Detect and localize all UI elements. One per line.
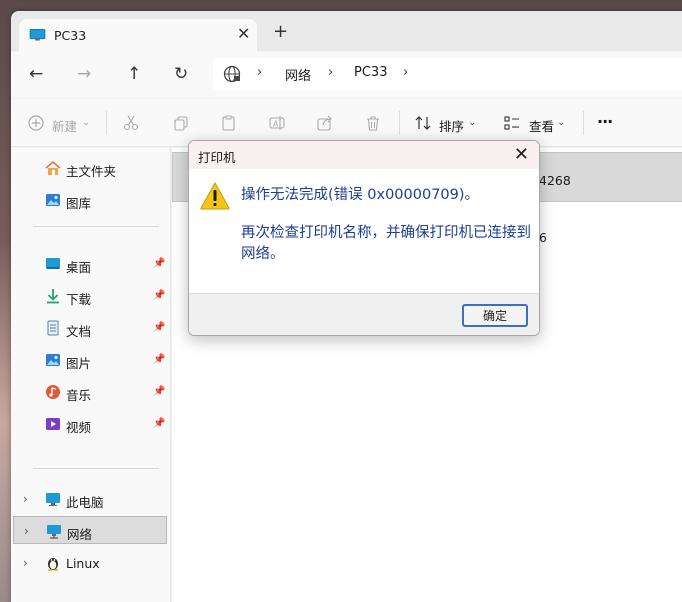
sidebar-item-desktop[interactable]: 桌面 📌	[11, 250, 171, 278]
pictures-icon	[46, 354, 60, 366]
sidebar-item-music[interactable]: 音乐 📌	[11, 378, 171, 406]
new-dropdown-icon: ⌄	[82, 117, 91, 128]
warning-icon	[200, 182, 230, 210]
network-icon	[47, 525, 61, 539]
tab-pc33[interactable]: PC33 ✕	[19, 19, 257, 52]
refresh-button[interactable]: ↻	[174, 64, 194, 84]
dialog-titlebar: 打印机 ✕	[189, 141, 539, 169]
navigation-bar: ← → ↑ ↻ › 网络 › PC33 ›	[11, 52, 682, 98]
tab-bar: PC33 ✕ +	[11, 11, 682, 52]
copy-icon[interactable]	[173, 115, 189, 131]
sidebar-item-videos[interactable]: 视频 📌	[11, 410, 171, 438]
paste-icon[interactable]	[221, 115, 237, 131]
music-icon	[46, 385, 60, 399]
download-icon	[47, 289, 59, 304]
pin-icon: 📌	[153, 290, 166, 301]
forward-button[interactable]: →	[77, 64, 97, 84]
tab-title: PC33	[54, 28, 87, 43]
cut-icon[interactable]	[123, 115, 139, 131]
sidebar-divider	[33, 226, 159, 227]
dialog-footer: 确定	[189, 293, 539, 335]
sidebar-item-label: 网络	[67, 527, 93, 542]
view-button[interactable]: 查看	[529, 116, 554, 135]
sidebar-item-label: 此电脑	[66, 495, 104, 510]
sidebar-item-this-pc[interactable]: › 此电脑	[11, 485, 171, 513]
printer-error-dialog: 打印机 ✕ 操作无法完成(错误 0x00000709)。 再次检查打印机名称，并…	[188, 140, 540, 336]
up-button[interactable]: ↑	[127, 64, 147, 84]
error-detail: 再次检查打印机名称，并确保打印机已连接到网络。	[241, 225, 531, 262]
sort-dropdown-icon: ⌄	[468, 117, 477, 128]
pin-icon: 📌	[153, 258, 166, 269]
breadcrumb-separator: ›	[328, 65, 334, 80]
sidebar-item-label: 主文件夹	[66, 164, 117, 179]
tab-close-icon[interactable]: ✕	[237, 24, 250, 43]
monitor-icon	[29, 29, 46, 41]
sidebar-item-gallery[interactable]: 图库	[11, 186, 171, 214]
more-options-button[interactable]: ···	[597, 112, 613, 131]
dialog-title: 打印机	[198, 150, 236, 165]
back-button[interactable]: ←	[29, 64, 49, 84]
new-tab-button[interactable]: +	[273, 23, 288, 41]
pin-icon: 📌	[153, 418, 166, 429]
network-globe-icon	[223, 65, 241, 83]
sidebar-item-network[interactable]: › 网络	[13, 516, 167, 544]
ok-button[interactable]: 确定	[462, 304, 528, 327]
pin-icon: 📌	[153, 354, 166, 365]
expand-chevron-icon[interactable]: ›	[23, 556, 28, 570]
sidebar-item-label: 视频	[66, 420, 92, 435]
address-bar[interactable]: › 网络 › PC33 ›	[213, 58, 682, 90]
item-text-fragment: 4268	[539, 173, 571, 188]
rename-icon[interactable]: A	[269, 115, 285, 131]
sidebar-divider	[33, 468, 159, 469]
error-message: 操作无法完成(错误 0x00000709)。	[241, 187, 480, 203]
sort-button[interactable]: 排序	[439, 116, 464, 135]
sidebar-item-documents[interactable]: 文档 📌	[11, 314, 171, 342]
dialog-close-icon[interactable]: ✕	[514, 144, 529, 165]
pin-icon: 📌	[153, 322, 166, 333]
breadcrumb-separator: ›	[403, 65, 409, 80]
home-icon	[45, 160, 61, 175]
sidebar-item-downloads[interactable]: 下载 📌	[11, 282, 171, 310]
expand-chevron-icon[interactable]: ›	[23, 492, 28, 506]
toolbar-divider	[106, 111, 107, 135]
breadcrumb-network[interactable]: 网络	[285, 65, 311, 84]
breadcrumb-separator: ›	[257, 65, 263, 80]
gallery-icon	[46, 194, 60, 206]
sidebar-item-label: 音乐	[66, 388, 92, 403]
sidebar-item-linux[interactable]: › Linux	[11, 549, 171, 577]
sidebar-item-label: Linux	[66, 556, 100, 571]
toolbar-divider	[399, 111, 400, 135]
sort-icon	[415, 116, 431, 130]
navigation-pane: 主文件夹 图库 桌面 📌 下载 📌 文档 📌 图片 📌 音乐 📌 视频 📌 › …	[11, 148, 171, 602]
view-icon	[504, 116, 519, 130]
this-pc-icon	[46, 493, 60, 506]
share-icon[interactable]	[317, 115, 333, 131]
view-dropdown-icon: ⌄	[557, 117, 566, 128]
item-text-fragment: 6	[539, 230, 547, 245]
toolbar-divider	[583, 111, 584, 135]
delete-icon[interactable]	[365, 115, 381, 131]
sidebar-item-label: 图片	[66, 356, 92, 371]
sidebar-item-pictures[interactable]: 图片 📌	[11, 346, 171, 374]
svg-text:A: A	[273, 120, 279, 129]
sidebar-item-label: 文档	[66, 324, 92, 339]
new-plus-icon	[28, 115, 44, 131]
linux-penguin-icon	[48, 558, 58, 571]
expand-chevron-icon[interactable]: ›	[24, 524, 29, 538]
breadcrumb-pc33[interactable]: PC33	[354, 65, 387, 80]
desktop-icon	[46, 258, 60, 269]
video-icon	[46, 418, 60, 430]
document-icon	[47, 320, 59, 336]
sidebar-item-label: 桌面	[66, 260, 92, 275]
sidebar-item-label: 下载	[66, 292, 92, 307]
sidebar-item-label: 图库	[66, 196, 92, 211]
dialog-body: 操作无法完成(错误 0x00000709)。 再次检查打印机名称，并确保打印机已…	[189, 169, 539, 293]
pin-icon: 📌	[153, 386, 166, 397]
new-button[interactable]: 新建	[52, 116, 77, 135]
sidebar-item-home[interactable]: 主文件夹	[11, 154, 171, 182]
